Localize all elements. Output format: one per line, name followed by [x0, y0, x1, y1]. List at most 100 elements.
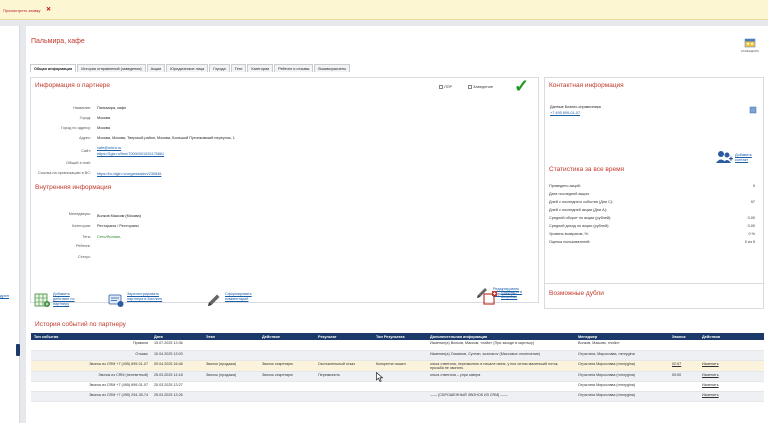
create-comment-label: Сформировать комментарий	[225, 292, 252, 301]
tab-promos[interactable]: Акции	[146, 64, 166, 72]
tab-general[interactable]: Общая информация	[30, 64, 77, 72]
cell-action: Звонок секретарю	[259, 371, 315, 382]
cell-date: 15.07.2025 13:36	[151, 340, 203, 351]
phone-book-icon[interactable]	[749, 106, 757, 114]
table-row: Правили 15.07.2025 13:36 Изменил(а) Волк…	[31, 340, 764, 351]
lpr-checkbox[interactable]: ЛПР	[439, 84, 452, 89]
partner-row-label: Адрес:	[79, 136, 91, 140]
col-result-type[interactable]: Тип Результата	[373, 333, 427, 340]
cell-stage	[203, 350, 259, 361]
col-date[interactable]: Дата	[151, 333, 203, 340]
call-recording-link[interactable]: 02:57	[669, 360, 699, 372]
cell-result-type: Конкретна нашел	[373, 360, 427, 372]
edit-event-link[interactable]: Изменить	[699, 360, 764, 372]
col-stage[interactable]: Этап	[203, 333, 259, 340]
contact-phone-link[interactable]: +7 495 699-01-07	[550, 111, 580, 115]
cell-call	[669, 340, 699, 351]
add-promo-action[interactable]: Добавить действие по партнеру	[34, 292, 75, 308]
cell-action	[259, 340, 315, 351]
internal-row-label: Менеджеры:	[68, 212, 91, 216]
stats-heading: Статистика за все время	[549, 166, 625, 173]
cell-action: Звонок секретарю	[259, 360, 315, 372]
cell-event-type: Правили	[31, 340, 151, 351]
tab-legal[interactable]: Юридические лица	[166, 64, 209, 72]
add-contact-icon[interactable]	[715, 150, 733, 164]
table-row: Звонок из CRM (неответный) 25.03.2025 14…	[31, 371, 764, 382]
edit-event-link[interactable]: Изменить	[699, 391, 764, 402]
website-link[interactable]: cafe@mirra.ru	[97, 146, 121, 150]
cell-event-type: Звонок из CRM +7 (495) 294-35-74	[31, 391, 151, 402]
stat-row: Оценка пользователей: 0 из 5	[549, 240, 755, 244]
col-actions[interactable]: Действия	[699, 333, 764, 340]
internal-info-heading: Внутренняя информация	[35, 184, 112, 191]
internal-row-label: Рейтинг:	[76, 244, 91, 248]
tab-tags[interactable]: Теги	[230, 64, 247, 72]
partner-info-heading: Информация о партнере	[35, 82, 111, 89]
mouse-cursor-icon	[376, 372, 384, 382]
pencil-icon	[208, 294, 220, 306]
register-billing-action[interactable]: Зарегистрировать партнера в Биллинг	[108, 292, 167, 308]
col-manager[interactable]: Менеджер	[575, 333, 669, 340]
view-request-link[interactable]: Просмотреть заявку	[3, 8, 41, 13]
create-comment-action[interactable]: Сформировать комментарий	[206, 292, 265, 308]
cell-call: 00:00	[669, 371, 699, 382]
contact-source: Данные Бизнес-справочника	[550, 105, 601, 109]
cell-date: 25.03.2025 13:26	[151, 391, 203, 402]
cell-manager: Отрытина Мирослава (mmrygina)	[575, 381, 669, 392]
actions-panel	[30, 307, 539, 313]
cell-result	[315, 381, 373, 392]
table-row: Звонок из CRM +7 (495) 699-01-07 25.03.2…	[31, 381, 764, 392]
cell-action	[259, 381, 315, 392]
2gis-link[interactable]: https://2gis.ru/firm/70000001026175861	[97, 152, 164, 156]
calendar-label: КАЛЕНДАРЬ	[741, 49, 759, 53]
cell-event-type: Звонок из CRM +7 (495) 699-01-07	[31, 381, 151, 392]
internal-row-value: Сеть/Филиал,	[97, 235, 122, 239]
add-contact-link[interactable]: Добавить контакт	[735, 153, 759, 163]
cell-event-type: Звонок из CRM (неответный)	[31, 371, 151, 382]
report-action[interactable]: Сообщить в вопросах	[482, 290, 527, 306]
cell-action	[259, 391, 315, 402]
partner-row-label: Название:	[72, 106, 91, 110]
col-event-type[interactable]: Тип события	[31, 333, 151, 340]
stat-row: Дней с последней акции (Дни А):	[549, 208, 608, 212]
cell-date: 25.03.2025 13:27	[151, 381, 203, 392]
close-icon[interactable]: ✕	[46, 6, 51, 13]
sidebar-toggle-handle[interactable]	[16, 344, 20, 356]
cell-result-type	[373, 340, 427, 351]
register-billing-label: Зарегистрировать партнера в Биллинг	[127, 292, 163, 301]
stat-row: Средний оборот по акции (рублей): 0.00	[549, 216, 755, 220]
edit-event-link[interactable]: Изменить	[699, 381, 764, 392]
tab-settlements[interactable]: Взаиморасчеты	[314, 64, 351, 72]
col-result[interactable]: Результат	[315, 333, 373, 340]
col-call[interactable]: Звонок	[669, 333, 699, 340]
bc-organization-link[interactable]: https://bc.bigln.ru/organization/239836	[97, 172, 161, 176]
tab-categories[interactable]: Категории	[247, 64, 274, 72]
col-extra-info[interactable]: Дополнительная информация	[427, 333, 575, 340]
stat-row: Средний доход по акции (рублей): 0.00	[549, 224, 755, 228]
cell-actions	[699, 350, 764, 361]
cell-result	[315, 340, 373, 351]
report-flag-icon	[483, 291, 497, 305]
col-action[interactable]: Действие	[259, 333, 315, 340]
edit-event-link[interactable]: Изменить	[699, 371, 764, 382]
partner-row-label: Город по адресу:	[61, 126, 91, 130]
sidebar-link[interactable]: дрен	[0, 293, 9, 298]
cell-manager: Волков, Максим, тлойи»	[575, 340, 669, 351]
cell-result-type	[373, 381, 427, 392]
establishment-checkbox[interactable]: Заведение	[468, 84, 493, 89]
cell-result: Перезвонить	[315, 371, 373, 382]
tab-cities[interactable]: Города	[209, 64, 230, 72]
internal-row-label: Теги:	[82, 235, 91, 239]
tab-history[interactable]: История отправлений (заведения)	[77, 64, 146, 72]
tab-ratings[interactable]: Рейтинг и отзывы	[274, 64, 314, 72]
table-row: Звонок из CRM +7 (495) 294-35-74 25.03.2…	[31, 391, 764, 402]
cell-extra-info: Изменил(а) Османов, Султан, sozmarov (Ма…	[427, 350, 575, 361]
internal-row-label: Категории:	[72, 224, 91, 228]
internal-row-value: Рестораны / Рестораны	[97, 224, 139, 228]
duplicates-panel: Возможные дубли	[544, 283, 764, 309]
check-icon: ✓	[514, 76, 530, 96]
cell-event-type: Отказы	[31, 350, 151, 361]
partner-row-label: Сайт:	[81, 149, 91, 153]
cell-result-type	[373, 350, 427, 361]
calendar-icon[interactable]	[744, 38, 756, 48]
